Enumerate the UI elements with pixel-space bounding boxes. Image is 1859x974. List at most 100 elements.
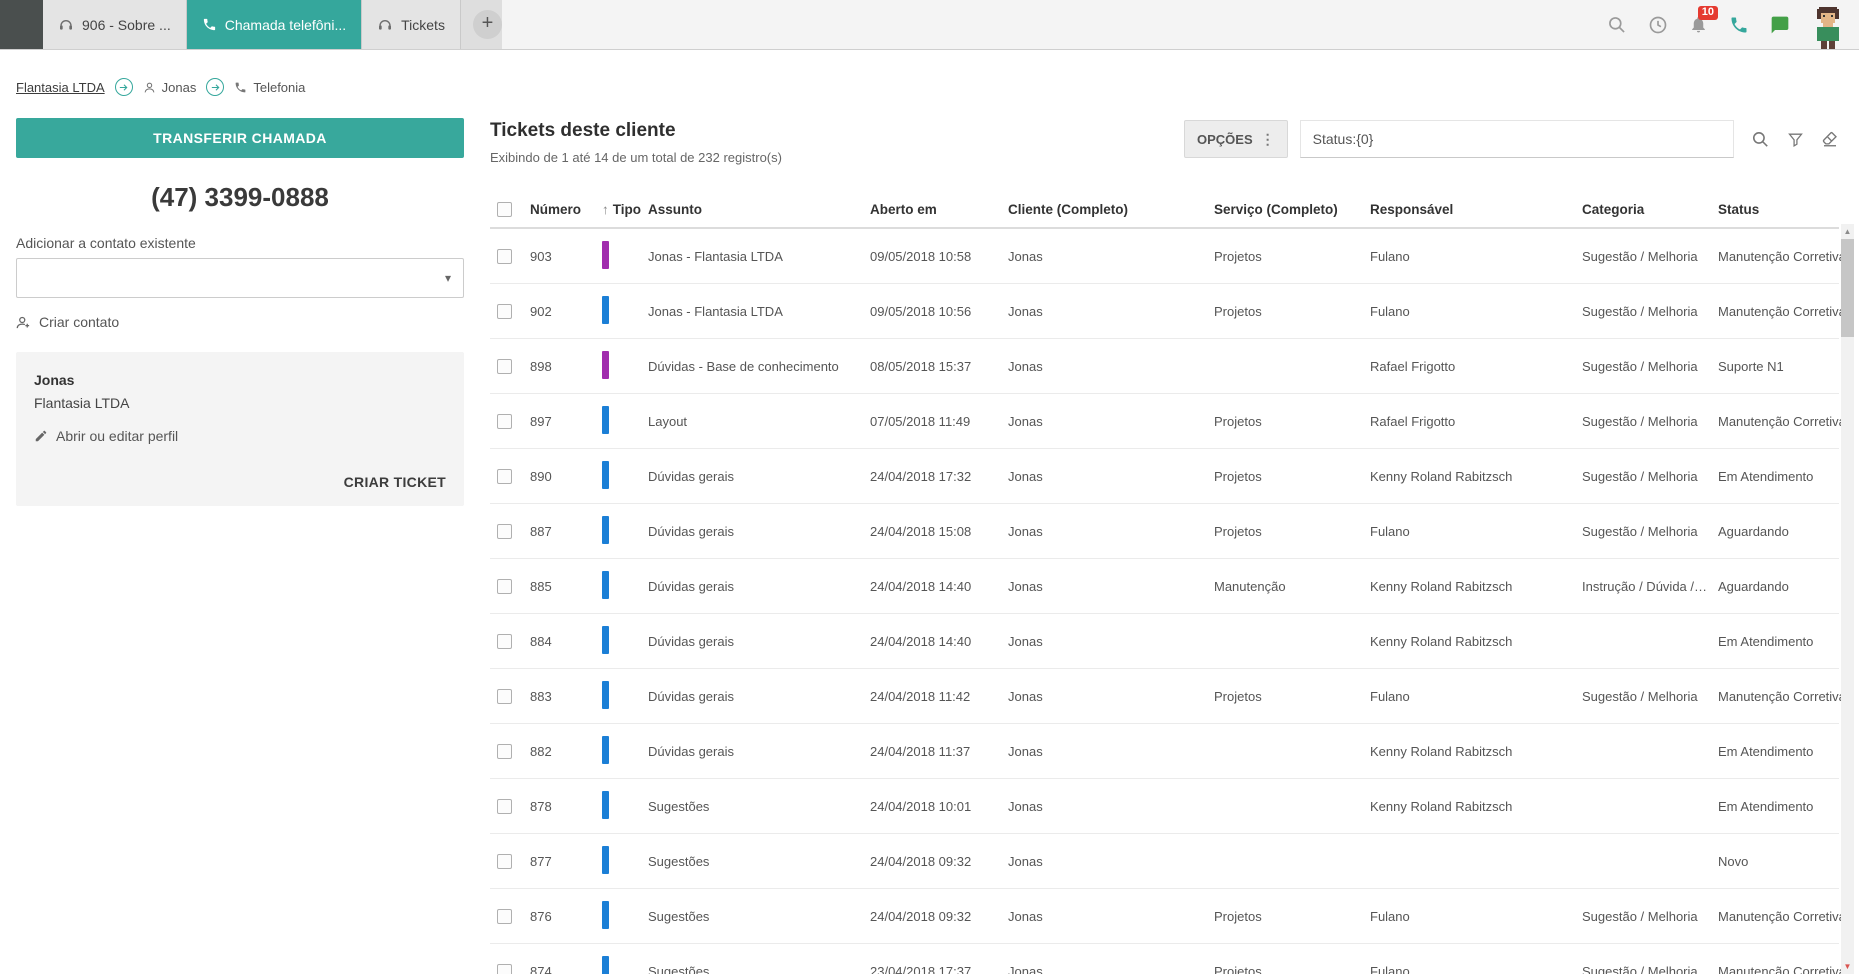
new-tab-button[interactable]: +: [472, 10, 502, 39]
breadcrumb-contact-label: Jonas: [161, 79, 197, 95]
cell-servico: Projetos: [1214, 908, 1262, 924]
cell-status: Aguardando: [1718, 523, 1789, 539]
create-contact-link[interactable]: Criar contato: [16, 314, 464, 330]
table-row[interactable]: 876 Sugestões 24/04/2018 09:32 Jonas Pro…: [490, 889, 1846, 944]
column-header-categoria[interactable]: Categoria: [1582, 202, 1718, 217]
row-checkbox[interactable]: [497, 963, 512, 974]
create-contact-label: Criar contato: [39, 314, 120, 330]
column-header-assunto[interactable]: Assunto: [648, 202, 870, 217]
row-checkbox[interactable]: [497, 413, 512, 429]
row-checkbox[interactable]: [497, 468, 512, 484]
breadcrumb-telephony[interactable]: Telefonia: [234, 80, 305, 95]
table-row[interactable]: 890 Dúvidas gerais 24/04/2018 17:32 Jona…: [490, 449, 1839, 504]
tickets-table-body: 903 Jonas - Flantasia LTDA 09/05/2018 10…: [490, 229, 1846, 974]
breadcrumb-company-link[interactable]: Flantasia LTDA: [16, 80, 105, 95]
breadcrumb-telephony-label: Telefonia: [253, 79, 306, 95]
row-checkbox[interactable]: [497, 633, 512, 649]
cell-servico: Projetos: [1214, 523, 1262, 539]
create-ticket-button[interactable]: CRIAR TICKET: [34, 474, 446, 490]
cell-cliente: Jonas: [1008, 908, 1043, 924]
cell-assunto: Sugestões: [648, 908, 710, 924]
column-header-servico[interactable]: Serviço (Completo): [1214, 202, 1370, 217]
row-checkbox[interactable]: [497, 798, 512, 814]
cell-categoria: Sugestão / Melhoria: [1582, 303, 1698, 319]
column-header-numero[interactable]: Número: [530, 202, 602, 217]
tab-chamada-telefonica[interactable]: Chamada telefôni...: [186, 0, 363, 49]
table-row[interactable]: 897 Layout 07/05/2018 11:49 Jonas Projet…: [490, 394, 1846, 449]
breadcrumb: Flantasia LTDA Jonas Telefonia: [0, 50, 1859, 112]
cell-aberto-em: 24/04/2018 15:08: [870, 523, 972, 539]
table-row[interactable]: 903 Jonas - Flantasia LTDA 09/05/2018 10…: [490, 229, 1846, 284]
telephony-phone-icon[interactable]: [1729, 15, 1749, 35]
cell-aberto-em: 24/04/2018 14:40: [870, 633, 972, 649]
phone-icon: [234, 81, 247, 94]
row-checkbox[interactable]: [497, 908, 512, 924]
column-header-aberto-em[interactable]: Aberto em: [870, 202, 1008, 217]
cell-aberto-em: 24/04/2018 09:32: [870, 908, 972, 924]
options-button[interactable]: OPÇÕES ⋮: [1184, 120, 1288, 158]
existing-contact-select[interactable]: ▾: [16, 258, 464, 298]
row-checkbox[interactable]: [497, 578, 512, 594]
chat-icon[interactable]: [1770, 15, 1790, 35]
table-row[interactable]: 884 Dúvidas gerais 24/04/2018 14:40 Jona…: [490, 614, 1839, 669]
tab-label: 906 - Sobre ...: [82, 16, 171, 33]
row-checkbox[interactable]: [497, 743, 512, 759]
cell-status: Em Atendimento: [1718, 468, 1814, 484]
cell-aberto-em: 07/05/2018 11:49: [870, 413, 971, 429]
scroll-down-arrow[interactable]: ▼: [1844, 962, 1852, 974]
history-clock-icon[interactable]: [1648, 15, 1668, 35]
row-checkbox[interactable]: [497, 688, 512, 704]
notifications-bell-icon[interactable]: 10: [1689, 6, 1718, 34]
table-scrollbar[interactable]: ▲ ▼: [1841, 224, 1854, 974]
records-summary: Exibindo de 1 até 14 de um total de 232 …: [490, 150, 782, 165]
tab-tickets[interactable]: Tickets: [362, 0, 461, 49]
table-row[interactable]: 878 Sugestões 24/04/2018 10:01 Jonas Ken…: [490, 779, 1839, 834]
edit-profile-link[interactable]: Abrir ou editar perfil: [34, 428, 446, 444]
table-row[interactable]: 874 Sugestões 23/04/2018 17:37 Jonas Pro…: [490, 944, 1846, 974]
select-all-checkbox[interactable]: [497, 201, 512, 217]
transfer-call-button[interactable]: TRANSFERIR CHAMADA: [16, 118, 464, 158]
column-header-status[interactable]: Status: [1718, 202, 1839, 217]
cell-servico: Projetos: [1214, 468, 1262, 484]
user-avatar[interactable]: [1811, 5, 1847, 49]
breadcrumb-contact[interactable]: Jonas: [143, 79, 197, 95]
cell-responsavel: Rafael Frigotto: [1370, 358, 1456, 374]
search-icon[interactable]: [1751, 130, 1770, 149]
cell-status: Em Atendimento: [1718, 633, 1814, 649]
cell-status: Manutenção Corretiva: [1718, 413, 1846, 429]
table-row[interactable]: 877 Sugestões 24/04/2018 09:32 Jonas Nov…: [490, 834, 1839, 889]
ticket-type-bar: [602, 900, 609, 929]
headset-icon: [58, 17, 74, 33]
tickets-table: Número ↑ Tipo Assunto Aberto em Cliente …: [490, 191, 1846, 974]
row-checkbox[interactable]: [497, 853, 512, 869]
column-header-tipo[interactable]: ↑ Tipo: [602, 202, 648, 217]
table-row[interactable]: 882 Dúvidas gerais 24/04/2018 11:37 Jona…: [490, 724, 1839, 779]
search-icon[interactable]: [1607, 15, 1627, 35]
filter-icon[interactable]: [1787, 131, 1804, 148]
column-header-responsavel[interactable]: Responsável: [1370, 202, 1582, 217]
column-header-cliente[interactable]: Cliente (Completo): [1008, 202, 1214, 217]
scrollbar-thumb[interactable]: [1841, 239, 1854, 337]
page-title: Tickets deste cliente: [490, 120, 676, 141]
row-checkbox[interactable]: [497, 358, 512, 374]
table-row[interactable]: 898 Dúvidas - Base de conhecimento 08/05…: [490, 339, 1839, 394]
clear-filter-eraser-icon[interactable]: [1821, 130, 1839, 148]
cell-status: Em Atendimento: [1718, 743, 1814, 759]
row-checkbox[interactable]: [497, 303, 512, 319]
tab-906-sobre[interactable]: 906 - Sobre ...: [43, 0, 187, 49]
scroll-up-arrow[interactable]: ▲: [1844, 224, 1852, 236]
table-row[interactable]: 902 Jonas - Flantasia LTDA 09/05/2018 10…: [490, 284, 1846, 339]
table-row[interactable]: 883 Dúvidas gerais 24/04/2018 11:42 Jona…: [490, 669, 1846, 724]
app-menu-button[interactable]: [0, 0, 43, 49]
row-checkbox[interactable]: [497, 523, 512, 539]
cell-servico: Projetos: [1214, 688, 1262, 704]
table-row[interactable]: 887 Dúvidas gerais 24/04/2018 15:08 Jona…: [490, 504, 1839, 559]
ticket-search-input[interactable]: Status:{0}: [1299, 120, 1734, 158]
row-checkbox[interactable]: [497, 248, 512, 264]
tickets-table-header: Número ↑ Tipo Assunto Aberto em Cliente …: [490, 191, 1839, 229]
cell-responsavel: Kenny Roland Rabitzsch: [1370, 633, 1513, 649]
cell-servico: Projetos: [1214, 413, 1262, 429]
ticket-type-bar: [602, 515, 609, 544]
table-row[interactable]: 885 Dúvidas gerais 24/04/2018 14:40 Jona…: [490, 559, 1839, 614]
cell-aberto-em: 24/04/2018 10:01: [870, 798, 972, 814]
